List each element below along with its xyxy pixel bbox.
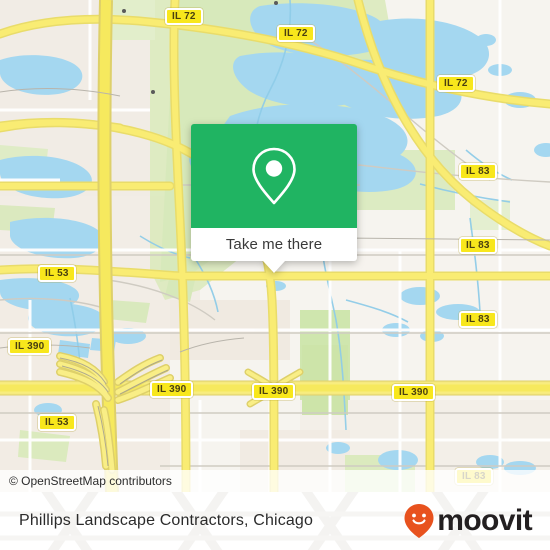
footer-bar: Phillips Landscape Contractors, Chicago … — [0, 492, 550, 550]
map-attribution-bar: © OpenStreetMap contributors — [0, 470, 550, 492]
take-me-there-label: Take me there — [225, 236, 323, 253]
map-canvas[interactable]: IL 72IL 72IL 72IL 83IL 83IL 83IL 83IL 53… — [0, 0, 550, 492]
map-pin-icon — [252, 147, 296, 205]
popup-action-row[interactable]: Take me there — [191, 228, 357, 261]
route-shield: IL 72 — [277, 25, 315, 42]
route-shield: IL 72 — [165, 8, 203, 25]
route-shield: IL 390 — [8, 338, 52, 355]
popup-header — [191, 124, 357, 228]
osm-attribution-text[interactable]: © OpenStreetMap contributors — [9, 474, 172, 488]
popup-pointer — [263, 261, 285, 273]
moovit-map-screenshot: IL 72IL 72IL 72IL 83IL 83IL 83IL 83IL 53… — [0, 0, 550, 550]
route-shield: IL 53 — [38, 265, 76, 282]
route-shield: IL 72 — [437, 75, 475, 92]
location-popup-card[interactable]: Take me there — [191, 124, 357, 273]
moovit-brand-logo[interactable]: moovit — [403, 503, 533, 539]
route-shield: IL 53 — [38, 414, 76, 431]
route-shield: IL 390 — [252, 383, 296, 400]
route-shield: IL 83 — [459, 311, 497, 328]
route-shield: IL 83 — [459, 163, 497, 180]
place-title: Phillips Landscape Contractors, Chicago — [19, 512, 314, 529]
moovit-wordmark: moovit — [437, 504, 532, 537]
route-shield: IL 390 — [392, 384, 436, 401]
route-shield: IL 390 — [150, 381, 194, 398]
moovit-pin-smile-icon — [404, 504, 434, 538]
route-shield: IL 83 — [459, 237, 497, 254]
